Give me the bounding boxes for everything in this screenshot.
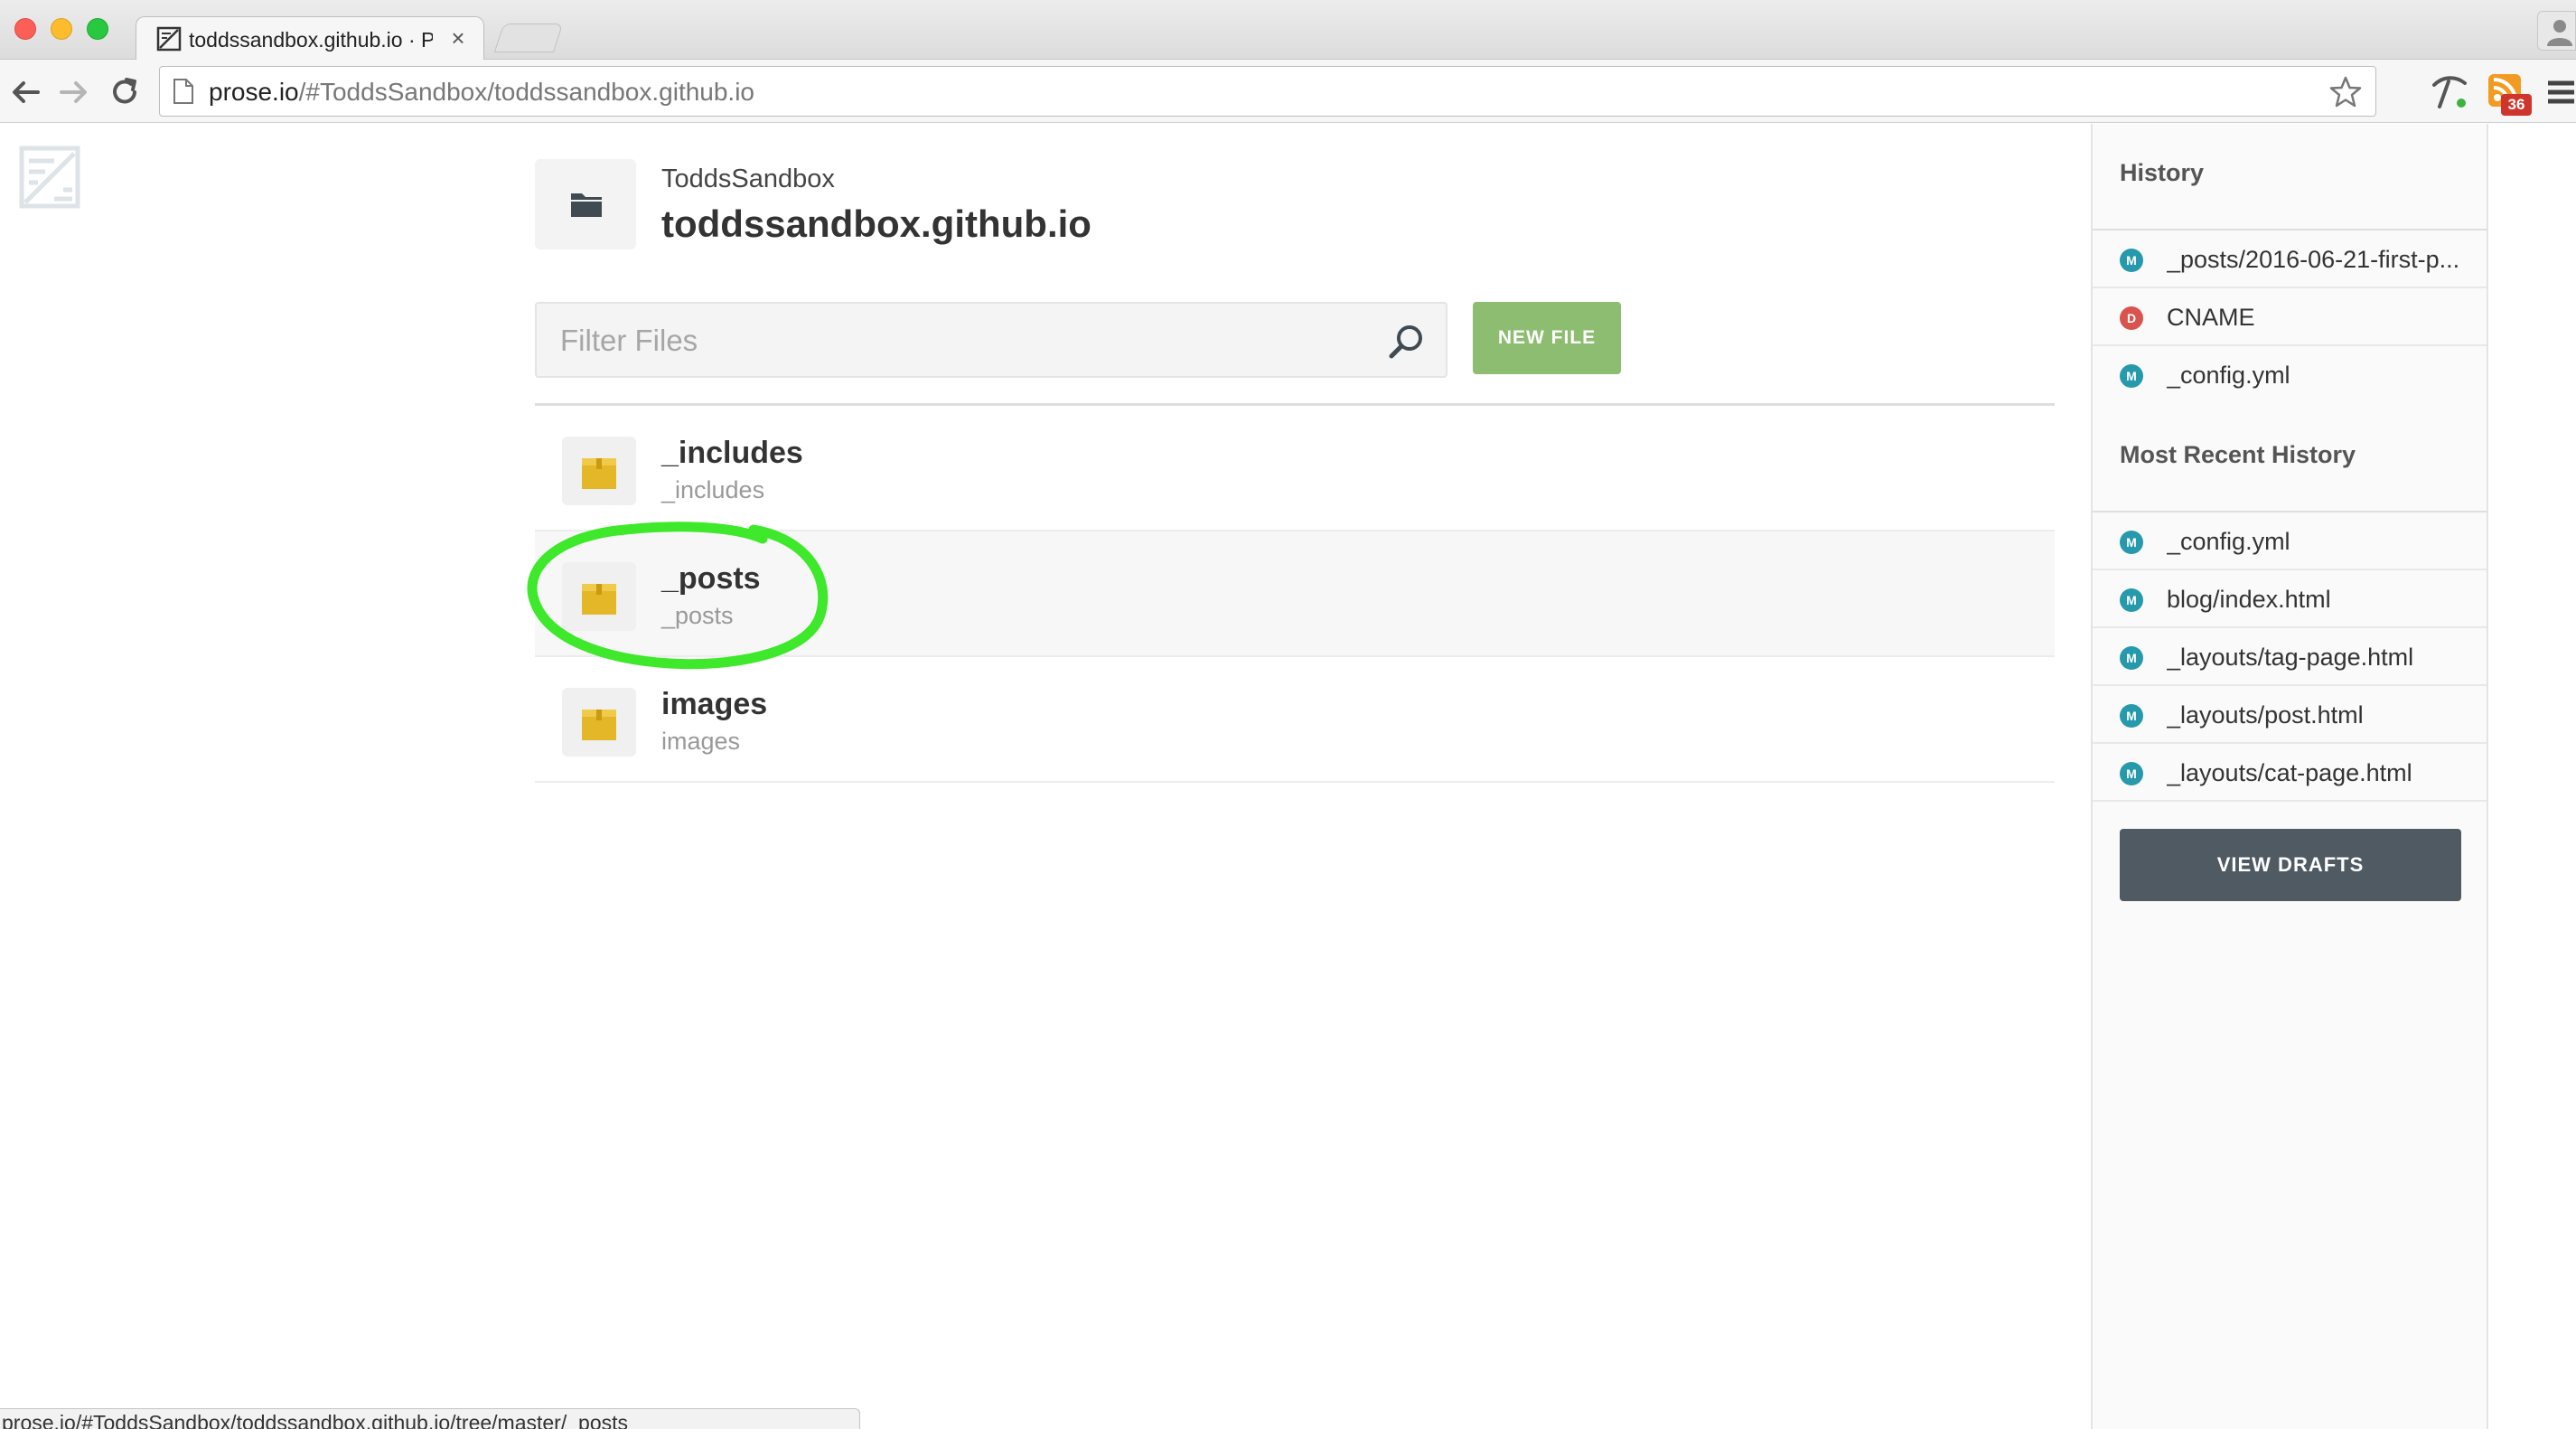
- folder-icon-box: [562, 562, 636, 631]
- address-bar[interactable]: prose.io/#ToddsSandbox/toddssandbox.gith…: [159, 66, 2376, 117]
- arrow-left-icon[interactable]: [7, 74, 43, 110]
- folder-icon: [571, 193, 602, 217]
- person-icon: [2547, 20, 2572, 46]
- star-icon[interactable]: [2328, 75, 2363, 109]
- history-item[interactable]: D CNAME: [2093, 288, 2487, 346]
- file-row-includes[interactable]: _includes _includes: [535, 406, 2055, 531]
- address-url: prose.io/#ToddsSandbox/toddssandbox.gith…: [209, 76, 2197, 108]
- file-list: _includes _includes _posts _posts images…: [535, 403, 2055, 783]
- prose-logo-icon[interactable]: [18, 145, 81, 210]
- history-sidebar: History M _posts/2016-06-21-first-p... D…: [2091, 124, 2488, 1429]
- history-item-label: _config.yml: [2167, 362, 2290, 389]
- history-item-label: _posts/2016-06-21-first-p...: [2167, 246, 2460, 273]
- history-heading: History: [2120, 159, 2205, 186]
- modified-badge-icon: M: [2120, 364, 2143, 388]
- recent-history-item-label: _config.yml: [2167, 528, 2290, 555]
- url-path: /#ToddsSandbox/toddssandbox.github.io: [298, 78, 755, 106]
- file-name[interactable]: images: [661, 684, 1475, 724]
- new-file-button[interactable]: NEW FILE: [1473, 302, 1621, 374]
- recent-history-item[interactable]: M _config.yml: [2093, 512, 2487, 570]
- history-item-label: CNAME: [2167, 304, 2255, 331]
- recent-history-item[interactable]: M _layouts/cat-page.html: [2093, 744, 2487, 802]
- deleted-badge-icon: D: [2120, 306, 2143, 330]
- profile-button[interactable]: [2537, 11, 2576, 51]
- repo-icon-box: [535, 159, 636, 249]
- recent-history-heading: Most Recent History: [2120, 441, 2356, 468]
- view-drafts-button[interactable]: VIEW DRAFTS: [2120, 829, 2461, 901]
- recent-history-item[interactable]: M _layouts/post.html: [2093, 686, 2487, 744]
- file-path: images: [661, 728, 741, 755]
- recent-history-item-label: _layouts/post.html: [2167, 701, 2364, 729]
- arrow-right-icon[interactable]: [56, 74, 92, 110]
- pickaxe-icon[interactable]: [2429, 72, 2468, 112]
- filter-files-box: [535, 302, 1447, 378]
- tab-close-icon[interactable]: ×: [445, 24, 471, 52]
- minimize-window-button[interactable]: [51, 18, 72, 40]
- reload-icon[interactable]: [107, 74, 143, 110]
- modified-badge-icon: M: [2120, 249, 2143, 272]
- browser-titlebar: toddssandbox.github.io · P ×: [0, 0, 2576, 61]
- recent-history-item[interactable]: M blog/index.html: [2093, 570, 2487, 628]
- prose-logo-icon: [156, 26, 182, 52]
- extension-badge: 36: [2501, 94, 2532, 116]
- filter-files-input[interactable]: [560, 320, 1355, 362]
- box-folder-icon: [582, 710, 616, 740]
- modified-badge-icon: M: [2120, 646, 2143, 670]
- status-url: prose.io/#ToddsSandbox/toddssandbox.gith…: [2, 1411, 628, 1429]
- modified-badge-icon: M: [2120, 762, 2143, 785]
- browser-tab[interactable]: toddssandbox.github.io · P ×: [136, 16, 484, 61]
- file-row-images[interactable]: images images: [535, 657, 2055, 783]
- folder-icon-box: [562, 437, 636, 505]
- close-window-button[interactable]: [14, 18, 36, 40]
- tab-title: toddssandbox.github.io · P: [189, 28, 433, 52]
- repo-header: ToddsSandbox toddssandbox.github.io: [535, 159, 1348, 249]
- file-name[interactable]: _includes: [661, 433, 1475, 473]
- history-item[interactable]: M _config.yml: [2093, 346, 2487, 404]
- recent-history-item-label: _layouts/cat-page.html: [2167, 759, 2412, 786]
- link-status-bubble: prose.io/#ToddsSandbox/toddssandbox.gith…: [0, 1408, 860, 1429]
- folder-icon-box: [562, 688, 636, 757]
- browser-toolbar: prose.io/#ToddsSandbox/toddssandbox.gith…: [0, 60, 2576, 123]
- recent-history-item[interactable]: M _layouts/tag-page.html: [2093, 628, 2487, 686]
- repo-owner[interactable]: ToddsSandbox: [661, 163, 1204, 195]
- hamburger-menu-icon[interactable]: [2546, 78, 2576, 107]
- file-name[interactable]: _posts: [661, 559, 1475, 598]
- url-host: prose.io: [209, 78, 299, 106]
- recent-history-item-label: _layouts/tag-page.html: [2167, 644, 2414, 671]
- history-item[interactable]: M _posts/2016-06-21-first-p...: [2093, 230, 2487, 288]
- file-path: _includes: [661, 476, 765, 503]
- repo-name[interactable]: toddssandbox.github.io: [661, 201, 1348, 248]
- search-icon[interactable]: [1386, 322, 1426, 362]
- modified-badge-icon: M: [2120, 588, 2143, 612]
- recent-history-item-label: blog/index.html: [2167, 586, 2331, 613]
- zoom-window-button[interactable]: [87, 18, 108, 40]
- page-icon: [173, 79, 193, 104]
- modified-badge-icon: M: [2120, 704, 2143, 728]
- file-row-posts[interactable]: _posts _posts: [535, 531, 2055, 657]
- box-folder-icon: [582, 458, 616, 489]
- file-path: _posts: [661, 602, 734, 629]
- new-tab-button[interactable]: [493, 24, 564, 52]
- modified-badge-icon: M: [2120, 531, 2143, 554]
- box-folder-icon: [582, 584, 616, 615]
